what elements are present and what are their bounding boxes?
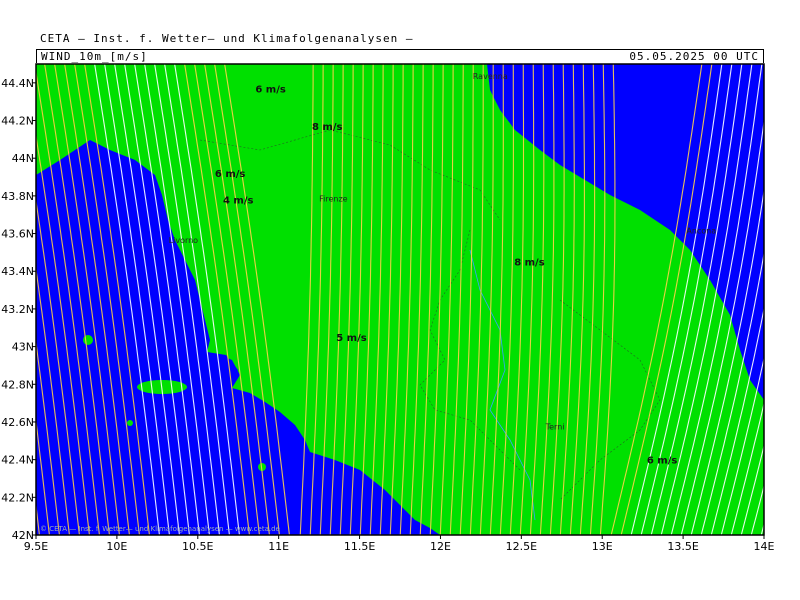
island-pianosa: [127, 420, 133, 426]
speed-label: 8 m/s: [514, 258, 545, 269]
city-label: Terni: [545, 422, 565, 431]
lon-tick-label: 12.5E: [506, 540, 537, 553]
lat-tick-label: 44.4N: [1, 77, 34, 90]
speed-label: 6 m/s: [215, 169, 246, 180]
wind-map: Ravenna Firenze Livorno Ancona Terni 6 m/s 8 …: [0, 60, 800, 553]
speed-label: 6 m/s: [255, 84, 286, 95]
lat-tick-label: 44.2N: [1, 115, 34, 128]
lon-tick-label: 14E: [754, 540, 775, 553]
streamline: [770, 60, 800, 540]
lon-tick-label: 10.5E: [182, 540, 213, 553]
lat-tick-label: 43.6N: [1, 228, 34, 241]
streamline: [760, 522, 764, 535]
streamline: [0, 60, 30, 540]
lon-tick-label: 10E: [106, 540, 127, 553]
lat-tick-label: 43.4N: [1, 265, 34, 278]
speed-label: 6 m/s: [647, 455, 678, 466]
lat-tick-label: 42.2N: [1, 491, 34, 504]
city-label: Ravenna: [473, 72, 508, 81]
lat-tick-label: 42.4N: [1, 454, 34, 467]
lon-tick-label: 13.5E: [667, 540, 698, 553]
island-capraia: [83, 335, 93, 345]
lat-tick-label: 43.8N: [1, 190, 34, 203]
lat-tick-label: 42N: [12, 529, 34, 542]
city-label: Firenze: [319, 195, 348, 204]
lon-tick-label: 11.5E: [344, 540, 375, 553]
lon-tick-label: 11E: [268, 540, 289, 553]
lat-tick-label: 43.2N: [1, 303, 34, 316]
speed-label: 8 m/s: [312, 122, 343, 133]
speed-label: 4 m/s: [223, 195, 254, 206]
city-label: Ancona: [686, 227, 716, 236]
streamline: [790, 60, 800, 540]
map-content: Ravenna Firenze Livorno Ancona Terni 6 m/s 8 …: [0, 60, 800, 540]
lat-tick-label: 44N: [12, 152, 34, 165]
footer-text: © CETA — Inst. f. Wetter— und Klimafolge…: [40, 525, 280, 533]
lon-tick-label: 13E: [592, 540, 613, 553]
city-label: Livorno: [169, 236, 199, 245]
lat-tick-label: 42.6N: [1, 416, 34, 429]
lat-tick-label: 43N: [12, 341, 34, 354]
streamline: [36, 500, 40, 535]
streamline: [780, 60, 800, 540]
speed-label: 5 m/s: [336, 333, 367, 344]
lat-tick-label: 42.8N: [1, 378, 34, 391]
streamline: [0, 60, 20, 540]
lon-tick-label: 12E: [430, 540, 451, 553]
